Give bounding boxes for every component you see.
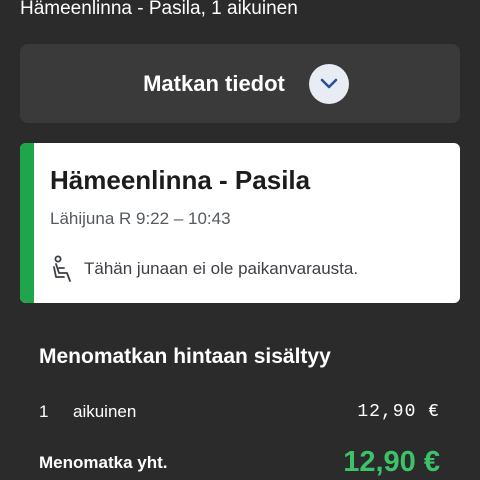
total-label: Menomatka yht. bbox=[39, 453, 168, 472]
trip-details-toggle[interactable]: Matkan tiedot bbox=[20, 44, 460, 123]
ticket-summary-screen: Hämeenlinna - Pasila, 1 aikuinen Matkan … bbox=[0, 0, 480, 480]
train-info: Lähijuna R 9:22 – 10:43 bbox=[50, 209, 231, 228]
trip-details-label: Matkan tiedot bbox=[143, 70, 285, 96]
journey-card-accent bbox=[20, 143, 34, 303]
price-section-heading: Menomatkan hintaan sisältyy bbox=[39, 345, 331, 368]
seat-reservation-note: Tähän junaan ei ole paikanvarausta. bbox=[50, 255, 358, 283]
journey-card: Hämeenlinna - Pasila Lähijuna R 9:22 – 1… bbox=[20, 143, 460, 303]
price-item-price: 12,90 € bbox=[357, 402, 440, 422]
price-item-type: aikuinen bbox=[73, 402, 137, 421]
trip-title: Hämeenlinna - Pasila, 1 aikuinen bbox=[20, 0, 298, 19]
seat-note-text: Tähän junaan ei ole paikanvarausta. bbox=[84, 259, 359, 278]
chevron-down-icon[interactable] bbox=[308, 63, 349, 104]
price-item-quantity: 1 bbox=[39, 402, 49, 421]
seat-icon bbox=[50, 255, 74, 283]
total-value: 12,90 € bbox=[343, 446, 440, 478]
journey-title: Hämeenlinna - Pasila bbox=[50, 165, 311, 195]
